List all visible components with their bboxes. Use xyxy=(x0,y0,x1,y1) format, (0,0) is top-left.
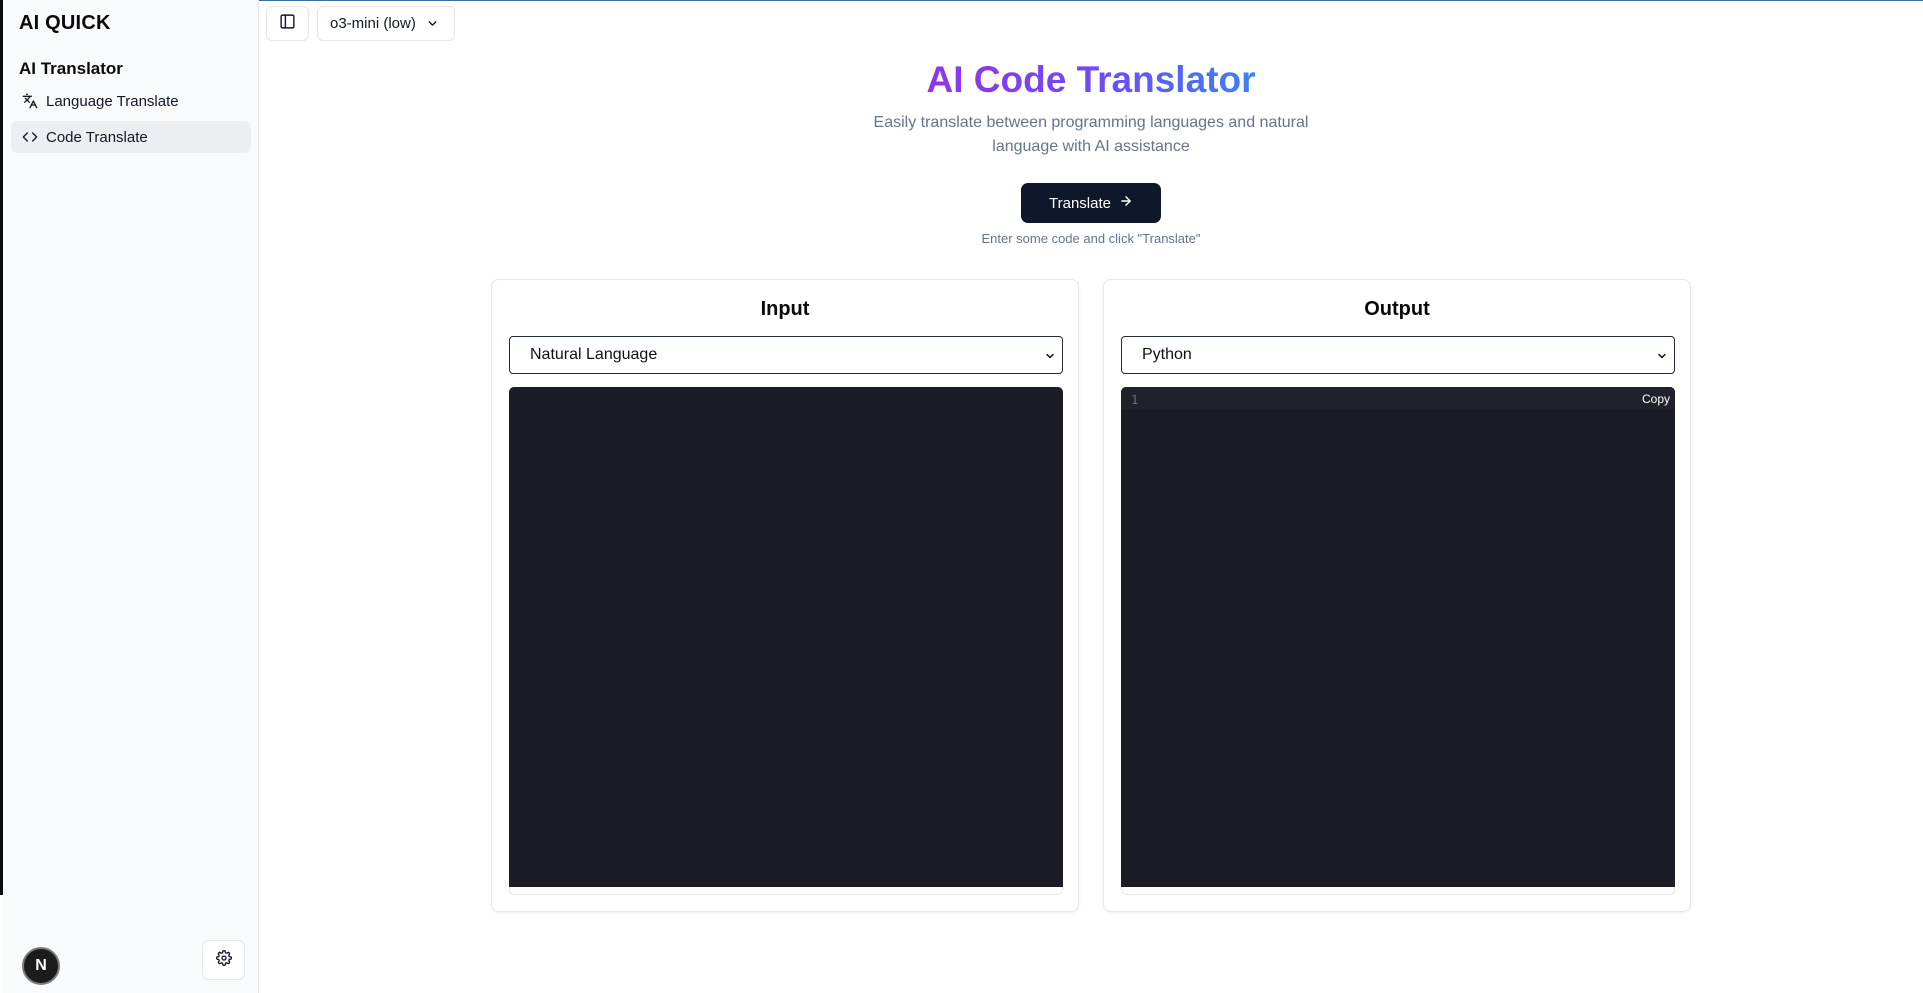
model-label: o3-mini (low) xyxy=(330,15,416,32)
avatar[interactable]: N xyxy=(22,947,60,985)
arrow-right-icon xyxy=(1119,194,1133,212)
settings-button[interactable] xyxy=(202,940,245,980)
sidebar-item-code-translate[interactable]: Code Translate xyxy=(11,121,251,153)
copy-button[interactable]: Copy xyxy=(1640,391,1672,407)
translate-button[interactable]: Translate xyxy=(1021,183,1161,223)
input-panel-title: Input xyxy=(760,298,810,320)
output-editor-footer xyxy=(1121,887,1675,895)
panel-left-icon xyxy=(279,13,296,35)
input-language-select[interactable]: Natural Language xyxy=(509,336,1063,374)
language-icon xyxy=(21,92,39,110)
chevron-down-icon xyxy=(1044,349,1056,367)
sidebar: AI QUICK AI Translator Language Translat… xyxy=(3,0,259,993)
brand-logo[interactable]: AI QUICK xyxy=(19,12,111,35)
active-line-highlight xyxy=(1121,387,1675,409)
output-language-value: Python xyxy=(1142,346,1192,363)
input-language-value: Natural Language xyxy=(530,346,658,363)
translate-hint: Enter some code and click "Translate" xyxy=(981,231,1201,246)
chevron-down-icon xyxy=(1656,349,1668,367)
model-selector[interactable]: o3-mini (low) xyxy=(317,6,455,41)
sidebar-group-title: AI Translator xyxy=(19,59,123,78)
chevron-down-icon xyxy=(426,17,439,30)
sidebar-toggle-button[interactable] xyxy=(266,6,309,41)
output-panel-title: Output xyxy=(1364,298,1430,320)
gear-icon xyxy=(215,949,232,971)
line-number: 1 xyxy=(1131,393,1139,407)
output-panel: Output Python 1 Copy xyxy=(1103,279,1691,912)
input-editor-footer xyxy=(509,887,1063,895)
output-code-editor[interactable]: 1 Copy xyxy=(1121,387,1675,887)
sidebar-item-language-translate[interactable]: Language Translate xyxy=(11,85,251,117)
code-icon xyxy=(21,128,39,146)
page-title: AI Code Translator xyxy=(926,59,1256,100)
output-language-select[interactable]: Python xyxy=(1121,336,1675,374)
input-panel: Input Natural Language xyxy=(491,279,1079,912)
translate-button-label: Translate xyxy=(1049,194,1111,212)
top-border xyxy=(259,0,1923,1)
sidebar-item-label: Code Translate xyxy=(46,128,148,146)
page-subtitle: Easily translate between programming lan… xyxy=(873,114,1309,155)
sidebar-item-label: Language Translate xyxy=(46,92,179,110)
input-code-editor[interactable] xyxy=(509,387,1063,887)
